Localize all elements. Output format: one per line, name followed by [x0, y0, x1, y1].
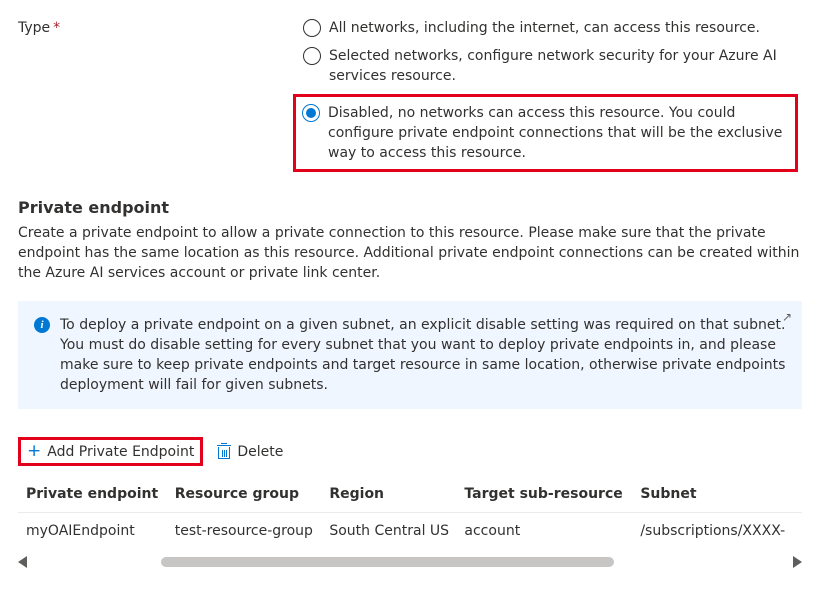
radio-disabled[interactable]: Disabled, no networks can access this re… [302, 103, 789, 163]
radio-selected-networks[interactable]: Selected networks, configure network sec… [303, 46, 802, 86]
info-text: To deploy a private endpoint on a given … [60, 315, 786, 395]
info-message: i To deploy a private endpoint on a give… [18, 301, 802, 409]
col-private-endpoint[interactable]: Private endpoint [18, 476, 175, 513]
cell-private-endpoint: myOAIEndpoint [18, 513, 175, 550]
table-header-row: Private endpoint Resource group Region T… [18, 476, 802, 513]
required-asterisk: * [53, 20, 60, 36]
add-private-endpoint-label: Add Private Endpoint [47, 444, 194, 460]
external-link-icon[interactable]: ↗ [782, 307, 792, 327]
radio-icon [303, 19, 321, 37]
radio-all-networks-label: All networks, including the internet, ca… [329, 18, 760, 38]
radio-all-networks[interactable]: All networks, including the internet, ca… [303, 18, 802, 38]
scroll-track[interactable] [33, 555, 787, 569]
highlighted-selection: Disabled, no networks can access this re… [293, 94, 798, 172]
private-endpoint-description: Create a private endpoint to allow a pri… [18, 223, 802, 283]
radio-icon [303, 47, 321, 65]
horizontal-scrollbar[interactable] [18, 555, 802, 569]
add-private-endpoint-button[interactable]: + Add Private Endpoint [18, 437, 203, 466]
cell-target-sub-resource: account [464, 513, 640, 550]
scroll-right-icon[interactable] [793, 556, 802, 568]
private-endpoint-heading: Private endpoint [18, 198, 802, 217]
delete-label: Delete [237, 444, 283, 460]
cell-region: South Central US [329, 513, 464, 550]
scroll-left-icon[interactable] [18, 556, 27, 568]
radio-disabled-label: Disabled, no networks can access this re… [328, 103, 789, 163]
info-icon: i [34, 317, 50, 333]
plus-icon: + [27, 443, 41, 460]
cell-resource-group: test-resource-group [175, 513, 330, 550]
radio-icon-selected [302, 104, 320, 122]
col-target-sub-resource[interactable]: Target sub-resource [464, 476, 640, 513]
cell-subnet: /subscriptions/XXXX- [640, 513, 802, 550]
col-resource-group[interactable]: Resource group [175, 476, 330, 513]
type-label: Type [18, 20, 50, 36]
scroll-thumb[interactable] [161, 557, 613, 567]
col-region[interactable]: Region [329, 476, 464, 513]
col-subnet[interactable]: Subnet [640, 476, 802, 513]
trash-icon [217, 444, 231, 459]
delete-button[interactable]: Delete [211, 440, 289, 464]
table-row[interactable]: myOAIEndpoint test-resource-group South … [18, 513, 802, 550]
private-endpoint-table: Private endpoint Resource group Region T… [18, 476, 802, 549]
radio-selected-networks-label: Selected networks, configure network sec… [329, 46, 802, 86]
